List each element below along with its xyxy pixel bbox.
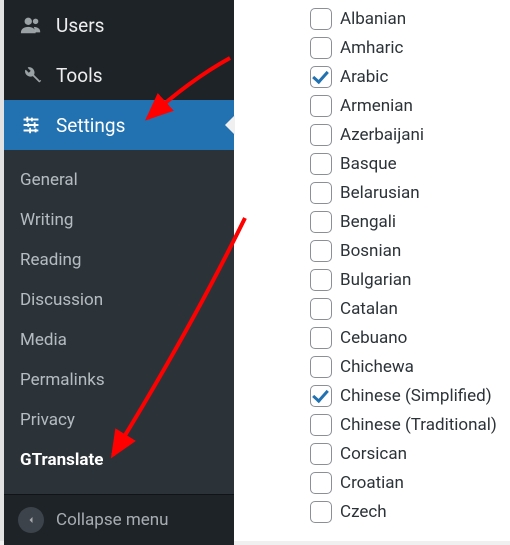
language-label[interactable]: Cebuano — [340, 328, 407, 348]
language-row: Belarusian — [310, 182, 510, 204]
language-label[interactable]: Amharic — [340, 38, 403, 58]
language-label[interactable]: Belarusian — [340, 183, 420, 203]
language-label[interactable]: Corsican — [340, 444, 407, 464]
language-row: Bengali — [310, 211, 510, 233]
language-label[interactable]: Czech — [340, 502, 387, 522]
language-checkbox[interactable] — [310, 95, 332, 117]
sidebar-item-settings[interactable]: Settings — [4, 100, 234, 150]
language-label[interactable]: Bosnian — [340, 241, 401, 261]
language-row: Albanian — [310, 8, 510, 30]
submenu-item-media[interactable]: Media — [4, 320, 234, 360]
submenu-item-writing[interactable]: Writing — [4, 200, 234, 240]
language-checkbox[interactable] — [310, 443, 332, 465]
language-label[interactable]: Basque — [340, 154, 397, 174]
submenu-item-discussion[interactable]: Discussion — [4, 280, 234, 320]
language-row: Cebuano — [310, 327, 510, 349]
collapse-icon — [18, 507, 44, 533]
language-checkbox[interactable] — [310, 356, 332, 378]
language-row: Chinese (Simplified) — [310, 385, 510, 407]
language-row: Bosnian — [310, 240, 510, 262]
language-checkbox[interactable] — [310, 182, 332, 204]
language-row: Czech — [310, 501, 510, 523]
collapse-menu-button[interactable]: Collapse menu — [4, 494, 234, 545]
language-checkbox[interactable] — [310, 211, 332, 233]
submenu-item-privacy[interactable]: Privacy — [4, 400, 234, 440]
language-label[interactable]: Bengali — [340, 212, 396, 232]
settings-submenu: General Writing Reading Discussion Media… — [4, 150, 234, 494]
language-checkbox-list: Albanian Amharic Arabic Armenian Azerbaijani… — [234, 0, 510, 541]
language-row: Corsican — [310, 443, 510, 465]
users-icon — [18, 12, 44, 38]
settings-icon — [18, 112, 44, 138]
language-checkbox[interactable] — [310, 385, 332, 407]
language-checkbox[interactable] — [310, 153, 332, 175]
submenu-item-general[interactable]: General — [4, 160, 234, 200]
language-label[interactable]: Armenian — [340, 96, 413, 116]
submenu-item-permalinks[interactable]: Permalinks — [4, 360, 234, 400]
sidebar-item-tools[interactable]: Tools — [4, 50, 234, 100]
submenu-item-reading[interactable]: Reading — [4, 240, 234, 280]
language-checkbox[interactable] — [310, 240, 332, 262]
language-checkbox[interactable] — [310, 414, 332, 436]
language-checkbox[interactable] — [310, 37, 332, 59]
submenu-item-gtranslate[interactable]: GTranslate — [4, 440, 234, 480]
language-row: Chinese (Traditional) — [310, 414, 510, 436]
language-row: Arabic — [310, 66, 510, 88]
language-checkbox[interactable] — [310, 501, 332, 523]
admin-sidebar: Users Tools Settings General Writing Rea… — [4, 0, 234, 541]
language-row: Amharic — [310, 37, 510, 59]
menu-label: Tools — [56, 64, 103, 87]
language-label[interactable]: Bulgarian — [340, 270, 411, 290]
language-label[interactable]: Arabic — [340, 67, 388, 87]
language-checkbox[interactable] — [310, 472, 332, 494]
menu-label: Users — [56, 14, 104, 37]
language-row: Armenian — [310, 95, 510, 117]
menu-label: Settings — [56, 114, 125, 137]
language-checkbox[interactable] — [310, 327, 332, 349]
language-label[interactable]: Chinese (Simplified) — [340, 386, 492, 406]
language-label[interactable]: Catalan — [340, 299, 398, 319]
language-label[interactable]: Chichewa — [340, 357, 414, 377]
language-row: Croatian — [310, 472, 510, 494]
language-checkbox[interactable] — [310, 269, 332, 291]
language-row: Bulgarian — [310, 269, 510, 291]
language-checkbox[interactable] — [310, 124, 332, 146]
language-label[interactable]: Chinese (Traditional) — [340, 415, 497, 435]
language-checkbox[interactable] — [310, 66, 332, 88]
language-checkbox[interactable] — [310, 298, 332, 320]
language-row: Chichewa — [310, 356, 510, 378]
language-label[interactable]: Albanian — [340, 9, 406, 29]
tools-icon — [18, 62, 44, 88]
sidebar-item-users[interactable]: Users — [4, 0, 234, 50]
language-label[interactable]: Croatian — [340, 473, 404, 493]
language-row: Azerbaijani — [310, 124, 510, 146]
collapse-label: Collapse menu — [56, 510, 169, 530]
language-checkbox[interactable] — [310, 8, 332, 30]
language-label[interactable]: Azerbaijani — [340, 125, 424, 145]
language-row: Catalan — [310, 298, 510, 320]
language-row: Basque — [310, 153, 510, 175]
